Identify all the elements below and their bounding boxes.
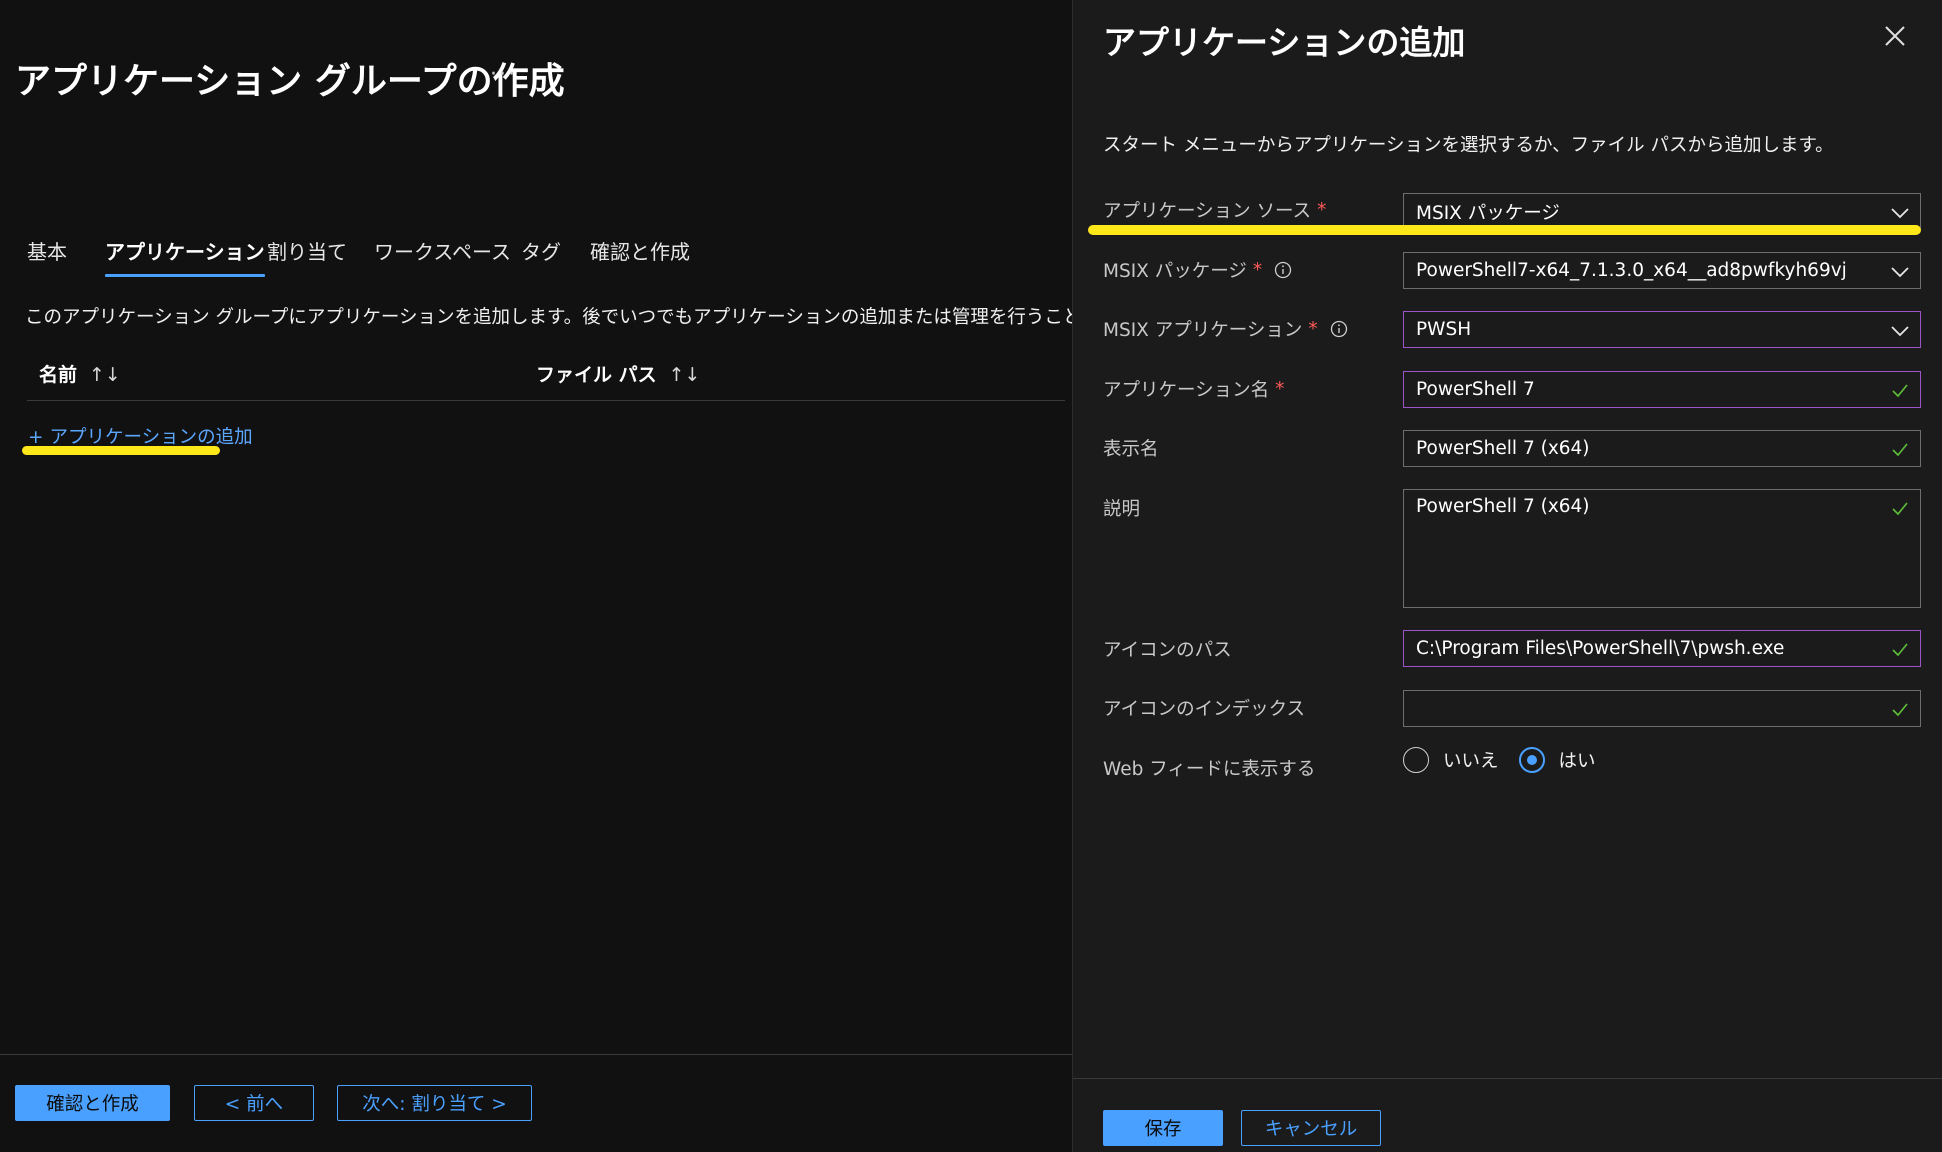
review-create-button[interactable]: 確認と作成 [15, 1085, 170, 1121]
checkmark-icon [1892, 502, 1908, 516]
radio-yes-label: はい [1558, 751, 1596, 772]
close-icon[interactable] [1881, 22, 1909, 50]
msix-package-label: MSIX パッケージ * [1103, 257, 1292, 283]
required-marker: * [1275, 378, 1285, 400]
save-button[interactable]: 保存 [1103, 1110, 1223, 1146]
previous-button[interactable]: < 前へ [194, 1085, 314, 1121]
checkmark-icon [1892, 643, 1908, 657]
icon-path-label: アイコンのパス [1103, 636, 1232, 662]
cancel-button[interactable]: キャンセル [1241, 1110, 1381, 1146]
msix-application-select[interactable]: PWSH [1403, 311, 1921, 348]
tab-applications[interactable]: アプリケーション [105, 236, 265, 277]
show-in-feed-radio-group: いいえ はい [1403, 747, 1616, 773]
tab-basics[interactable]: 基本 [27, 236, 67, 276]
column-filepath-header[interactable]: ファイル パス ↑↓ [536, 360, 700, 387]
radio-no[interactable]: いいえ [1403, 747, 1499, 773]
tab-review-create[interactable]: 確認と作成 [590, 236, 690, 276]
icon-path-value: C:\Program Files\PowerShell\7\pwsh.exe [1416, 638, 1785, 659]
icon-index-label-text: アイコンのインデックス [1103, 699, 1306, 720]
add-application-blade: アプリケーションの追加 スタート メニューからアプリケーションを選択するか、ファ… [1073, 0, 1942, 1152]
app-name-value: PowerShell 7 [1416, 379, 1535, 400]
highlight-underline-add-app [22, 446, 220, 455]
display-name-input[interactable]: PowerShell 7 (x64) [1403, 430, 1921, 467]
display-name-label-text: 表示名 [1103, 439, 1159, 460]
required-marker: * [1252, 259, 1263, 281]
app-source-label: アプリケーション ソース * [1103, 197, 1326, 223]
tab-workspace[interactable]: ワークスペース [374, 236, 511, 276]
plus-icon: + [28, 427, 44, 448]
required-marker: * [1308, 318, 1318, 340]
column-name-header[interactable]: 名前 ↑↓ [39, 360, 121, 387]
chevron-down-icon [1891, 208, 1909, 219]
show-in-feed-label: Web フィードに表示する [1103, 755, 1315, 781]
description-textarea[interactable]: PowerShell 7 (x64) [1403, 489, 1921, 608]
description-value: PowerShell 7 (x64) [1416, 496, 1590, 517]
icon-path-label-text: アイコンのパス [1103, 640, 1232, 661]
info-icon[interactable] [1330, 320, 1348, 338]
msix-application-label: MSIX アプリケーション * [1103, 316, 1348, 342]
next-assignments-button[interactable]: 次へ: 割り当て > [337, 1085, 532, 1121]
display-name-value: PowerShell 7 (x64) [1416, 438, 1590, 459]
msix-application-value: PWSH [1416, 319, 1472, 340]
checkmark-icon [1892, 703, 1908, 717]
column-name-label: 名前 [39, 364, 78, 386]
tab-tags[interactable]: タグ [521, 236, 561, 276]
footer-divider [0, 1054, 1072, 1055]
applications-description: このアプリケーション グループにアプリケーションを追加します。後でいつでもアプリ… [25, 307, 1191, 328]
add-application-label: アプリケーションの追加 [49, 427, 253, 448]
sort-icon[interactable]: ↑↓ [89, 364, 121, 386]
more-options-button[interactable]: ··· [490, 62, 517, 87]
radio-no-label: いいえ [1443, 751, 1499, 772]
column-filepath-label: ファイル パス [536, 364, 657, 386]
checkmark-icon [1892, 443, 1908, 457]
radio-yes[interactable]: はい [1518, 747, 1596, 773]
chevron-down-icon [1891, 267, 1909, 278]
app-source-label-text: アプリケーション ソース [1103, 201, 1312, 222]
checkmark-icon [1892, 384, 1908, 398]
icon-index-label: アイコンのインデックス [1103, 695, 1305, 721]
radio-no-circle[interactable] [1403, 747, 1429, 773]
app-name-label-text: アプリケーション名 [1103, 380, 1270, 401]
applications-table-header: 名前 ↑↓ ファイル パス ↑↓ [27, 351, 1065, 401]
icon-index-input[interactable] [1403, 690, 1921, 727]
page-title: アプリケーション グループの作成 [15, 61, 565, 102]
msix-package-label-text: MSIX パッケージ [1103, 261, 1247, 282]
sort-icon[interactable]: ↑↓ [669, 364, 701, 386]
highlight-underline-app-source [1088, 225, 1921, 235]
blade-footer-divider [1073, 1078, 1942, 1079]
app-name-label: アプリケーション名 * [1103, 376, 1284, 402]
description-label: 説明 [1103, 495, 1140, 521]
radio-yes-circle[interactable] [1518, 747, 1545, 773]
description-label-text: 説明 [1103, 499, 1141, 520]
display-name-label: 表示名 [1103, 435, 1159, 461]
required-marker: * [1317, 199, 1327, 221]
blade-description: スタート メニューからアプリケーションを選択するか、ファイル パスから追加します… [1103, 135, 1834, 156]
msix-package-value: PowerShell7-x64_7.1.3.0_x64__ad8pwfkyh69… [1416, 260, 1847, 281]
app-name-input[interactable]: PowerShell 7 [1403, 371, 1921, 408]
create-app-group-pane: アプリケーション グループの作成 ··· 基本 アプリケーション 割り当て ワー… [0, 0, 1190, 1152]
icon-path-input[interactable]: C:\Program Files\PowerShell\7\pwsh.exe [1403, 630, 1921, 667]
msix-package-select[interactable]: PowerShell7-x64_7.1.3.0_x64__ad8pwfkyh69… [1403, 252, 1921, 289]
app-source-value: MSIX パッケージ [1416, 202, 1560, 224]
chevron-down-icon [1891, 326, 1909, 337]
info-icon[interactable] [1274, 261, 1292, 279]
tab-assignments[interactable]: 割り当て [267, 236, 347, 276]
blade-title: アプリケーションの追加 [1103, 23, 1466, 62]
show-in-feed-label-text: Web フィードに表示する [1103, 759, 1316, 780]
msix-application-label-text: MSIX アプリケーション [1103, 320, 1303, 341]
